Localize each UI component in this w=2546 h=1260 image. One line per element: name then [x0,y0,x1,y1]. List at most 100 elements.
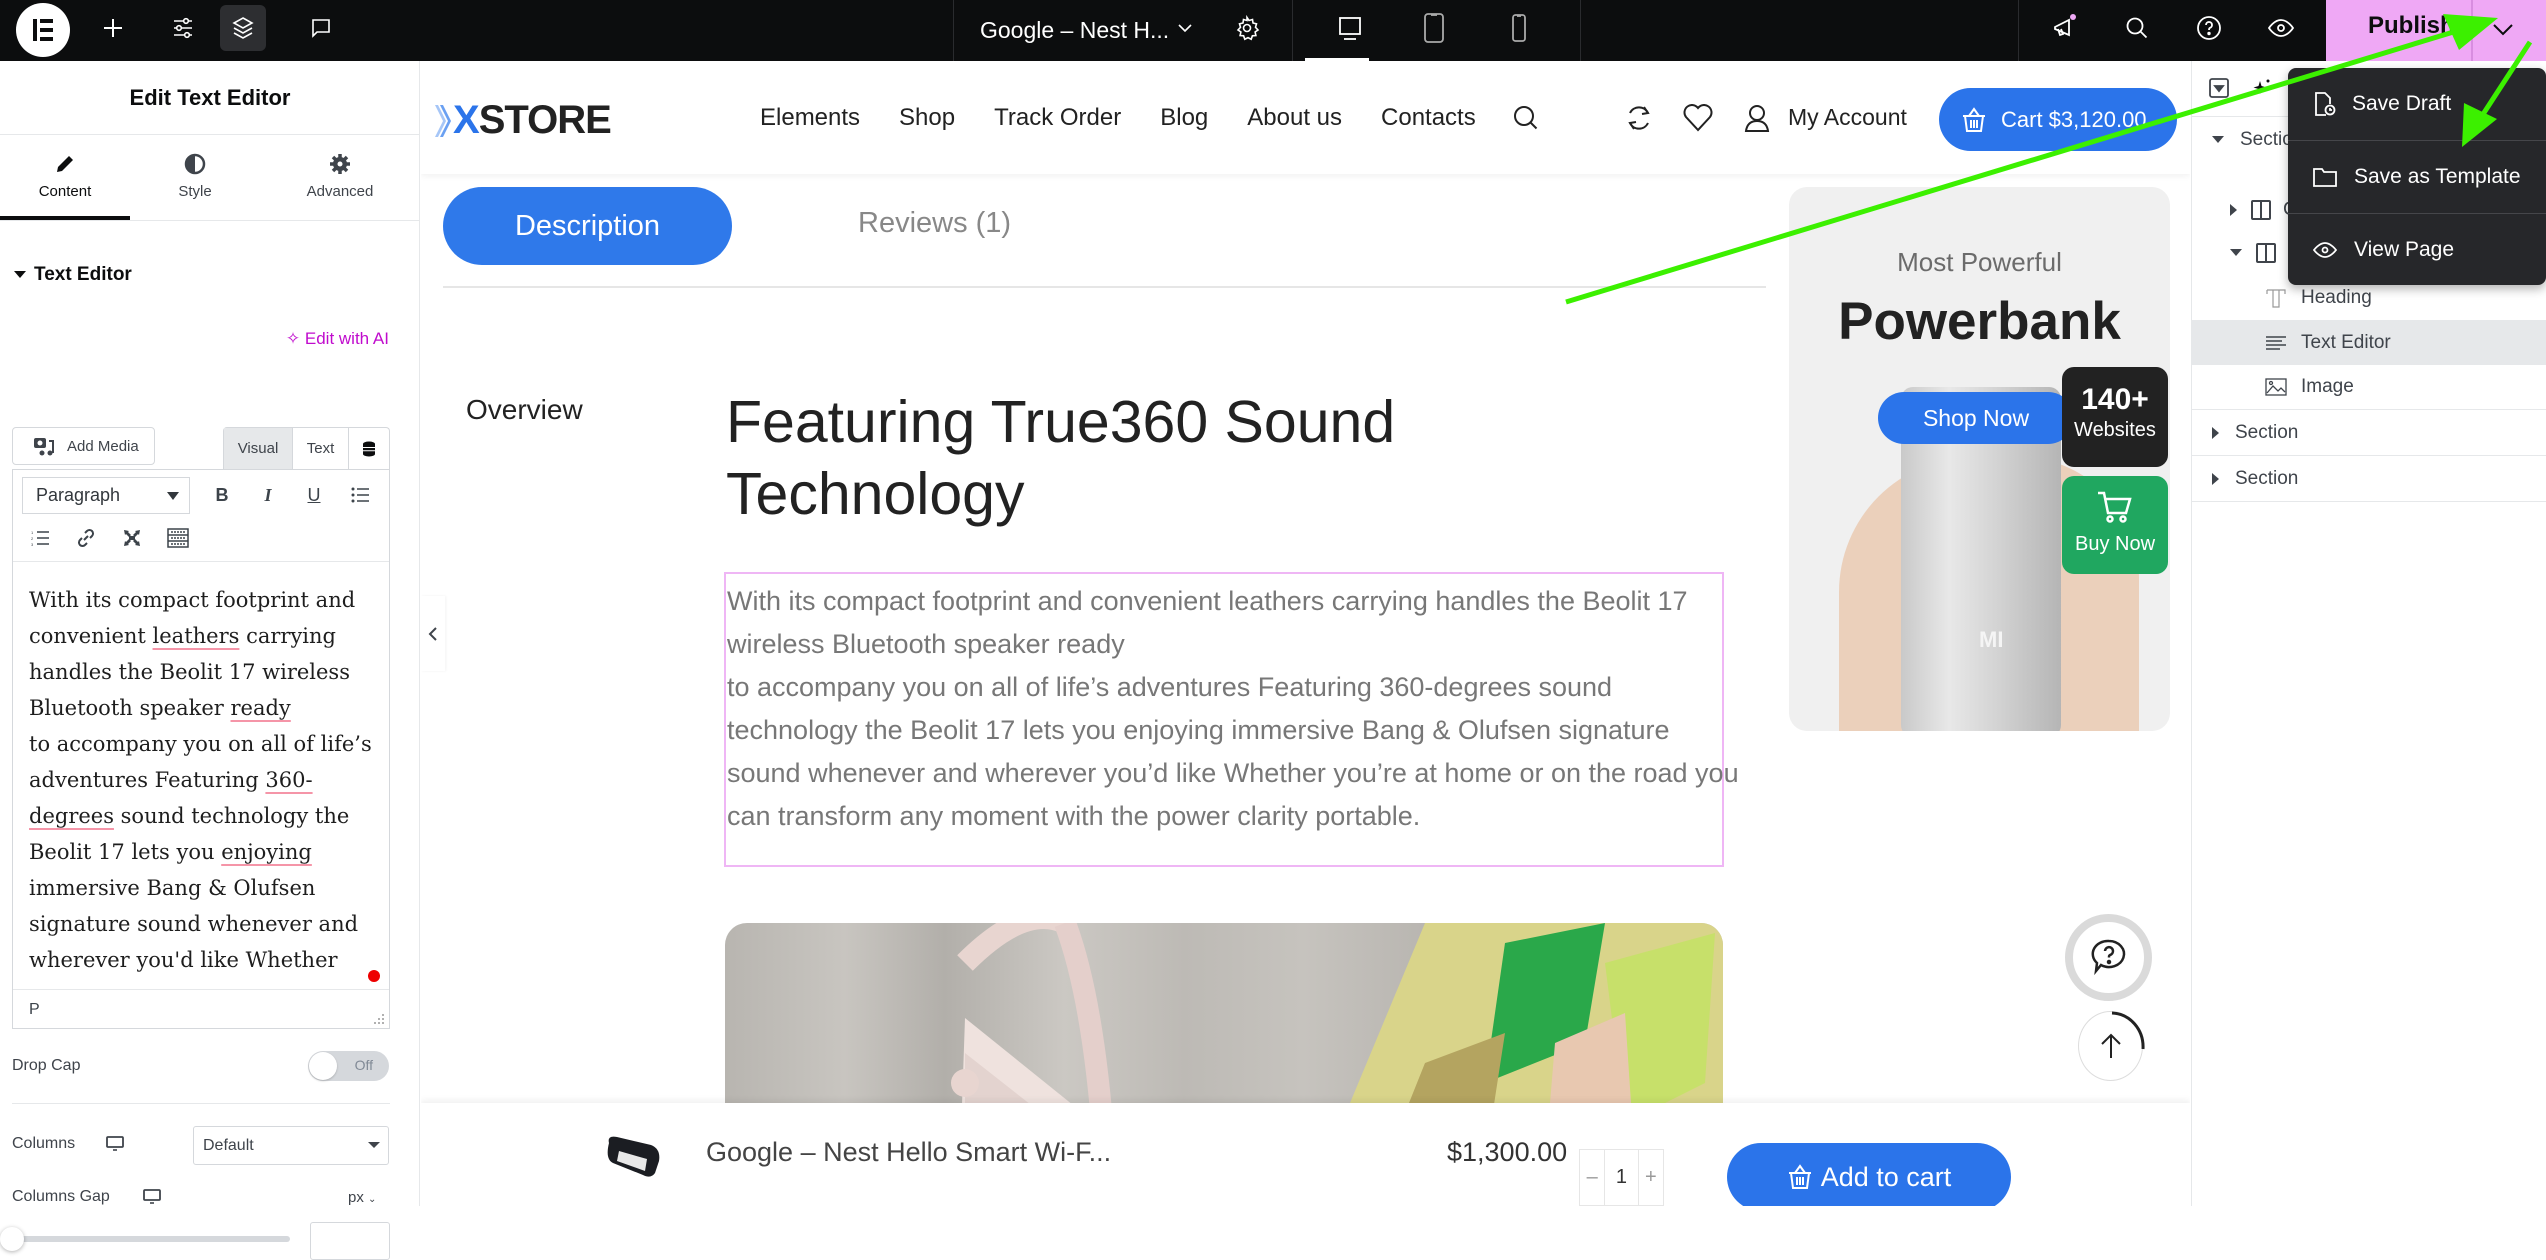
tab-description[interactable]: Description [443,187,732,265]
editor-text: Beolit 17 lets you [29,840,222,864]
menu-item-save-as-template[interactable]: Save as Template [2288,141,2546,213]
wishlist-button[interactable] [1680,100,1716,136]
search-button[interactable] [2114,5,2160,51]
columns-gap-input[interactable] [310,1222,390,1260]
tab-label: Style [178,183,212,200]
dynamic-tags-button[interactable] [349,428,389,469]
shop-now-button[interactable]: Shop Now [1878,392,2074,444]
whats-new-button[interactable] [2042,5,2088,51]
desktop-view-button[interactable] [1327,5,1373,51]
nav-shop[interactable]: Shop [899,104,955,132]
nav-elements[interactable]: Elements [760,104,860,132]
text-editor-widget-selected[interactable]: With its compact footprint and convenien… [724,572,1739,867]
svg-text:3: 3 [31,542,34,546]
tab-reviews[interactable]: Reviews (1) [858,207,1011,240]
navigator-item-text-editor[interactable]: Text Editor [2192,320,2546,365]
tablet-view-button[interactable] [1411,5,1457,51]
page-settings-button[interactable] [1224,5,1270,51]
editor-content[interactable]: With its compact footprint and convenient… [13,562,389,989]
document-title-dropdown[interactable] [1162,5,1208,51]
toolbar-toggle-button[interactable] [165,525,191,551]
add-to-cart-label: Add to cart [1820,1161,1952,1192]
paragraph-format-select[interactable]: Paragraph [22,477,190,514]
editor-text: Bluetooth speaker [29,696,231,720]
caret-right-icon[interactable] [2212,427,2219,439]
back-to-top-button[interactable] [2078,1011,2145,1081]
slider-handle[interactable] [0,1227,24,1251]
resize-handle-icon[interactable] [373,1013,385,1025]
logo-chevrons-icon [435,104,451,137]
drop-cap-toggle[interactable]: Off [308,1051,389,1081]
tab-style[interactable]: Style [130,135,260,220]
site-search-button[interactable] [1508,100,1544,136]
navigator-item-label: Section [2235,468,2299,489]
add-media-button[interactable]: Add Media [12,427,155,465]
bold-button[interactable]: B [209,482,235,508]
nav-contacts[interactable]: Contacts [1381,104,1476,132]
fullscreen-button[interactable] [119,525,145,551]
visual-tab[interactable]: Visual [224,428,293,469]
text-tab[interactable]: Text [293,428,349,469]
notes-button[interactable] [298,5,344,51]
desktop-icon[interactable] [143,1189,161,1205]
underline-button[interactable]: U [301,482,327,508]
help-chat-button[interactable] [2065,914,2152,1001]
navigator-item-image[interactable]: Image [2192,365,2546,410]
elementor-logo-button[interactable] [16,3,70,57]
menu-item-view-page[interactable]: View Page [2288,214,2546,286]
nav-track-order[interactable]: Track Order [994,104,1121,132]
bullet-list-button[interactable] [347,482,373,508]
edit-with-ai-button[interactable]: ✧ Edit with AI [286,329,389,349]
collapse-panel-handle[interactable] [421,596,445,671]
navigator-item-section[interactable]: Section [2192,457,2546,502]
preview-button[interactable] [2258,5,2304,51]
link-button[interactable] [73,525,99,551]
tab-content[interactable]: Content [0,135,130,220]
brand-mark: MI [1979,627,2004,652]
nav-blog[interactable]: Blog [1160,104,1208,132]
desktop-icon[interactable] [106,1136,124,1152]
caret-down-icon [167,492,179,500]
mobile-view-button[interactable] [1496,5,1542,51]
qty-plus-button[interactable]: + [1639,1150,1663,1205]
buy-now-badge[interactable]: Buy Now [2062,476,2168,574]
columns-gap-slider[interactable] [12,1236,290,1242]
caret-down-icon[interactable] [2230,249,2242,256]
publish-options-button[interactable] [2486,12,2520,51]
menu-item-save-draft[interactable]: Save Draft [2288,68,2546,140]
numbered-list-button[interactable]: 123 [27,525,53,551]
qty-input[interactable]: 1 [1604,1150,1639,1205]
sparkle-icon[interactable] [2252,78,2272,98]
section-toggle-text-editor[interactable]: Text Editor [14,264,132,286]
caret-down-icon[interactable] [2212,136,2224,143]
qty-minus-button[interactable]: – [1580,1150,1604,1205]
site-settings-button[interactable] [160,5,206,51]
search-icon [2126,17,2148,39]
account-icon-button[interactable] [1739,100,1775,136]
site-logo[interactable]: X STORE [435,98,612,143]
navigator-item-section[interactable]: Section [2192,411,2546,456]
column-icon [2251,199,2271,220]
document-title[interactable]: Google – Nest H... [980,12,1169,48]
add-element-button[interactable] [90,5,136,51]
caret-right-icon[interactable] [2230,203,2237,216]
cart-button[interactable]: Cart $3,120.00 [1939,88,2177,151]
product-heading[interactable]: Featuring True360 Sound Technology [726,386,1426,530]
logo-text: STORE [478,98,612,142]
menu-item-label: Save Draft [2352,92,2452,115]
unit-select[interactable]: px ⌄ [348,1189,376,1206]
columns-select[interactable]: Default [193,1126,389,1165]
collapse-all-icon[interactable] [2209,78,2229,98]
navigator-button[interactable] [220,5,266,51]
my-account-link[interactable]: My Account [1788,104,1907,131]
tab-advanced[interactable]: Advanced [275,135,405,220]
compare-button[interactable] [1621,100,1657,136]
italic-button[interactable]: I [255,482,281,508]
nav-about-us[interactable]: About us [1247,104,1342,132]
add-to-cart-button[interactable]: Add to cart [1727,1143,2011,1206]
websites-label: Websites [2074,419,2156,441]
help-button[interactable] [2186,5,2232,51]
caret-right-icon[interactable] [2212,473,2219,485]
websites-badge[interactable]: 140+ Websites [2062,367,2168,467]
publish-button[interactable]: Publish [2368,12,2455,40]
